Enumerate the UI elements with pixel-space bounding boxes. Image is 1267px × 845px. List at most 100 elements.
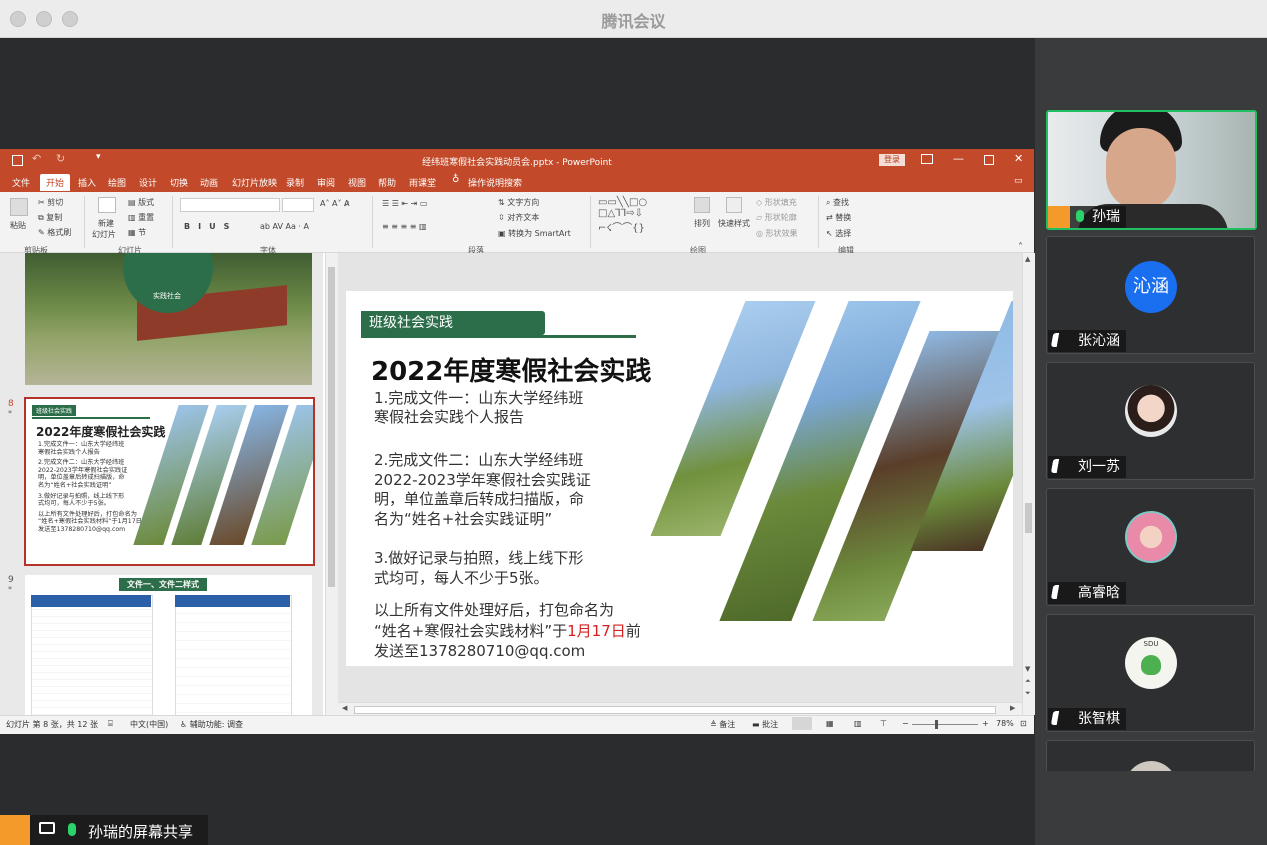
tell-me-search[interactable]: 操作说明搜索	[468, 176, 522, 189]
slide-thumbnail-7[interactable]: 实践社会	[25, 253, 312, 385]
copy-button[interactable]: ⧉ 复制	[38, 212, 62, 223]
bullets-icon[interactable]: ☰ ☰ ⇤ ⇥ ▭	[382, 199, 427, 208]
scroll-right-icon[interactable]: ▶	[1010, 704, 1015, 712]
language-status[interactable]: 中文(中国)	[130, 719, 168, 730]
new-slide-label[interactable]: 新建	[98, 218, 114, 229]
participant-tile-3[interactable]: 刘一苏	[1046, 362, 1255, 480]
accessibility-status[interactable]: ♿ 辅助功能: 调查	[180, 719, 243, 730]
thumbnail-scrollbar[interactable]	[325, 253, 338, 715]
scroll-down-icon[interactable]: ▼	[1025, 665, 1030, 673]
p1-line-1: 1.完成文件一：山东大学经纬班	[374, 389, 584, 407]
font-name-input[interactable]	[180, 198, 280, 212]
align-icons[interactable]: ≡ ≡ ≡ ≡ ▥	[382, 222, 427, 231]
slide-thumbnail-8[interactable]: 班级社会实践 2022年度寒假社会实践 1.完成文件一：山东大学经纬班 寒假社会实…	[24, 397, 315, 566]
quick-styles-icon[interactable]	[726, 197, 742, 213]
tab-review[interactable]: 审阅	[317, 176, 335, 189]
notes-button[interactable]: ≜ 备注	[710, 719, 735, 730]
copy-label: 复制	[46, 213, 63, 222]
replace-button[interactable]: ⇄ 替换	[826, 212, 851, 223]
fit-slide-icon[interactable]: ⊡	[1020, 719, 1027, 728]
participant-tile-5[interactable]: SDU 张智棋	[1046, 614, 1255, 732]
shape-effects-button[interactable]: ◎ 形状效果	[756, 228, 798, 239]
video-person-face	[1106, 128, 1176, 210]
text-direction-button[interactable]: ⇅ 文字方向	[498, 197, 539, 208]
comments-icon[interactable]: ▭	[1014, 176, 1023, 186]
paste-icon[interactable]	[10, 198, 28, 216]
font-size-input[interactable]	[282, 198, 314, 212]
share-label-bg: 孙瑞的屏幕共享	[30, 815, 208, 845]
slide-sorter-icon[interactable]: ▦	[826, 719, 834, 728]
scroll-thumb[interactable]	[354, 706, 996, 714]
next-slide-icon[interactable]: ⏷	[1025, 689, 1031, 698]
spelling-icon[interactable]: ⌸	[108, 719, 113, 729]
tab-slideshow[interactable]: 幻灯片放映	[232, 176, 277, 189]
cut-label: 剪切	[47, 198, 64, 207]
new-slide-icon[interactable]	[98, 197, 116, 213]
ribbon-display-icon[interactable]	[921, 154, 933, 164]
tab-animations[interactable]: 动画	[200, 176, 218, 189]
replace-label: 替换	[835, 213, 852, 222]
slide-thumbnail-9[interactable]: 文件一、文件二样式	[25, 575, 312, 715]
vertical-scrollbar[interactable]: ▲ ▼ ⏶ ⏷	[1022, 253, 1035, 715]
divider	[172, 196, 173, 248]
horizontal-scrollbar[interactable]: ◀ ▶	[338, 702, 1022, 716]
participant-name-tag: 高睿晗	[1048, 582, 1126, 604]
tab-design[interactable]: 设计	[139, 176, 157, 189]
select-button[interactable]: ↖ 选择	[826, 228, 851, 239]
grow-font-icon[interactable]: A˄ A˅ A̷	[320, 199, 350, 208]
arrange-icon[interactable]	[694, 197, 710, 213]
participant-tile-1[interactable]: 孙瑞	[1046, 110, 1257, 230]
arrange-button[interactable]: 排列	[694, 218, 710, 229]
participant-tile-4[interactable]: 高睿晗	[1046, 488, 1255, 606]
new-slide-label2[interactable]: 幻灯片	[92, 229, 116, 240]
login-button[interactable]: 登录	[879, 154, 905, 166]
slide-title: 2022年度寒假社会实践	[371, 357, 652, 387]
cut-button[interactable]: ✂ 剪切	[38, 197, 63, 208]
participant-tile-2[interactable]: 沁涵 张沁涵	[1046, 236, 1255, 354]
tab-record[interactable]: 录制	[286, 176, 304, 189]
shape-outline-label: 形状轮廓	[764, 213, 797, 222]
quick-styles-button[interactable]: 快速样式	[718, 218, 750, 229]
smartart-button[interactable]: ▣ 转换为 SmartArt	[498, 228, 571, 239]
tab-view[interactable]: 视图	[348, 176, 366, 189]
slideshow-view-icon[interactable]: ⊤	[880, 719, 887, 728]
current-slide[interactable]: 班级社会实践 2022年度寒假社会实践 1.完成文件一：山东大学经纬班 寒假社会…	[346, 291, 1013, 666]
zoom-out-icon[interactable]: −	[902, 719, 909, 728]
tab-draw[interactable]: 绘图	[108, 176, 126, 189]
zoom-slider[interactable]	[912, 724, 978, 725]
tab-insert[interactable]: 插入	[78, 176, 96, 189]
minimize-icon[interactable]: —	[953, 152, 964, 165]
reading-view-icon[interactable]: ▥	[854, 719, 862, 728]
paste-button[interactable]: 粘贴	[10, 220, 26, 231]
tab-file[interactable]: 文件	[12, 176, 30, 189]
tab-transitions[interactable]: 切换	[170, 176, 188, 189]
zoom-level[interactable]: 78%	[996, 719, 1014, 728]
collapse-ribbon-icon[interactable]: ˄	[1018, 242, 1023, 253]
close-icon[interactable]: ✕	[1014, 152, 1023, 165]
reset-button[interactable]: ▥ 重置	[128, 212, 154, 223]
font-color-icon[interactable]: ab AV Aa · A	[260, 222, 309, 231]
align-text-button[interactable]: ⇳ 对齐文本	[498, 212, 539, 223]
shapes-gallery[interactable]: ▭▭╲╲□○ □△⅂⅂⇨⇩ ⌐☇⌒⌒{}	[598, 197, 647, 234]
restore-icon[interactable]	[984, 155, 994, 165]
comments-button[interactable]: ▬ 批注	[752, 719, 778, 730]
scroll-thumb[interactable]	[328, 267, 335, 587]
tab-help[interactable]: 帮助	[378, 176, 396, 189]
format-painter-button[interactable]: ✎ 格式刷	[38, 227, 71, 238]
shape-fill-button[interactable]: ◇ 形状填充	[756, 197, 797, 208]
font-style-icons[interactable]: BIUS	[184, 222, 237, 231]
scroll-up-icon[interactable]: ▲	[1025, 255, 1030, 263]
prev-slide-icon[interactable]: ⏶	[1025, 677, 1031, 686]
zoom-slider-thumb[interactable]	[935, 720, 938, 729]
tab-rain-classroom[interactable]: 雨课堂	[409, 176, 436, 189]
layout-button[interactable]: ▤ 版式	[128, 197, 154, 208]
shape-outline-button[interactable]: ▱ 形状轮廓	[756, 212, 797, 223]
scroll-left-icon[interactable]: ◀	[342, 704, 347, 712]
scroll-thumb[interactable]	[1025, 503, 1032, 533]
find-button[interactable]: ⌕ 查找	[826, 197, 849, 208]
zoom-in-icon[interactable]: +	[982, 719, 989, 728]
section-button[interactable]: ▦ 节	[128, 227, 146, 238]
tab-home[interactable]: 开始	[40, 174, 71, 191]
participant-tile-6[interactable]	[1046, 740, 1255, 771]
normal-view-icon[interactable]	[792, 717, 812, 730]
